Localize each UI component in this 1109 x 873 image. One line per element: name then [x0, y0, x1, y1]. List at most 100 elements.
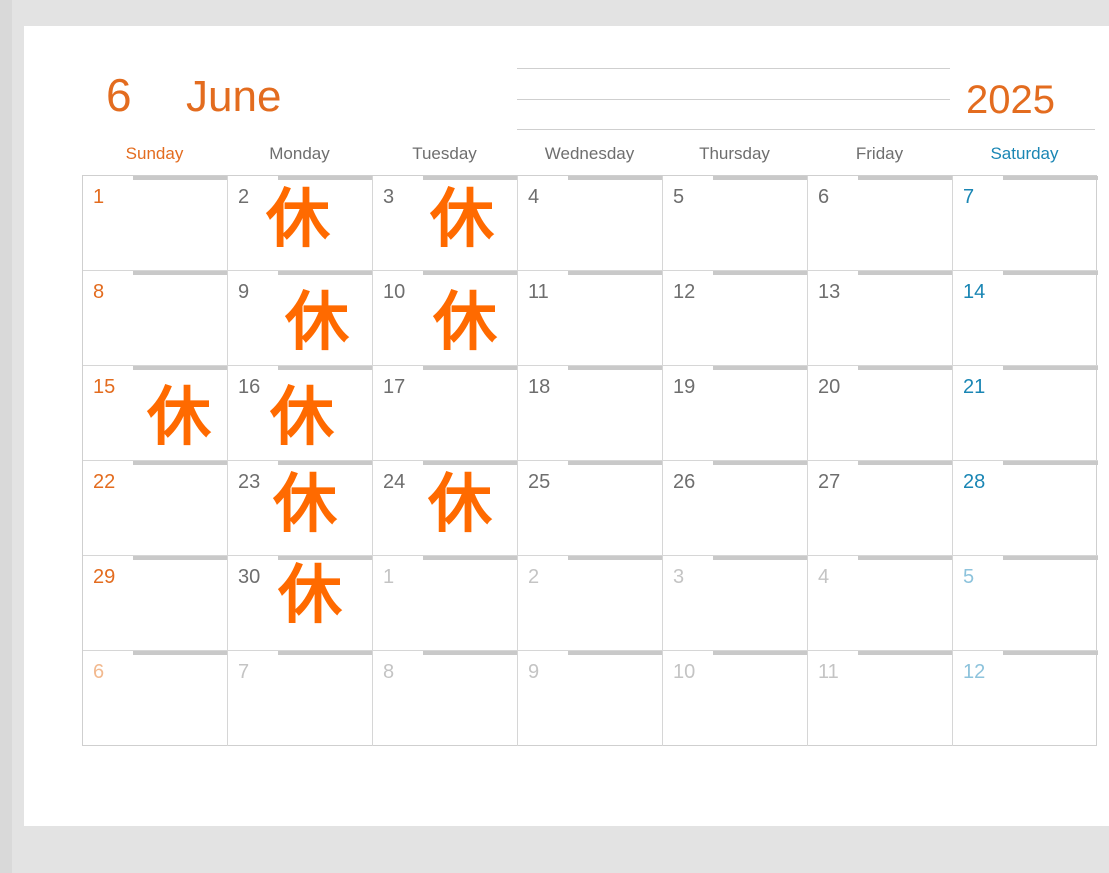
- holiday-mark: 休: [147, 381, 211, 455]
- day-cell[interactable]: 12: [953, 651, 1098, 746]
- day-cell[interactable]: 8: [83, 271, 228, 366]
- day-cell[interactable]: 12: [663, 271, 808, 366]
- day-number: 6: [93, 661, 105, 683]
- day-cell[interactable]: 1: [373, 556, 518, 651]
- day-number: 13: [818, 281, 841, 303]
- cell-top-bar: [1003, 461, 1098, 465]
- weekday-sunday: Sunday: [125, 144, 184, 163]
- day-cell[interactable]: 4: [518, 176, 663, 271]
- cell-top-bar: [278, 651, 372, 655]
- cell-top-bar: [568, 651, 662, 655]
- weekday-thursday: Thursday: [699, 144, 770, 163]
- day-cell[interactable]: 3: [663, 556, 808, 651]
- day-cell[interactable]: 19: [663, 366, 808, 461]
- day-number: 18: [528, 376, 551, 398]
- day-number: 10: [383, 281, 406, 303]
- cell-top-bar: [1003, 556, 1098, 560]
- day-cell[interactable]: 30 休: [228, 556, 373, 651]
- day-cell[interactable]: 9: [518, 651, 663, 746]
- day-cell[interactable]: 1: [83, 176, 228, 271]
- year: 2025: [966, 78, 1055, 122]
- day-cell[interactable]: 25: [518, 461, 663, 556]
- day-number: 1: [383, 566, 395, 588]
- day-cell[interactable]: 26: [663, 461, 808, 556]
- day-number: 5: [963, 566, 975, 588]
- day-cell[interactable]: 21: [953, 366, 1098, 461]
- holiday-mark: 休: [430, 183, 494, 257]
- day-cell[interactable]: 11: [518, 271, 663, 366]
- day-cell[interactable]: 4: [808, 556, 953, 651]
- day-number: 9: [528, 661, 540, 683]
- day-cell[interactable]: 20: [808, 366, 953, 461]
- day-number: 6: [818, 186, 830, 208]
- day-cell[interactable]: 9休: [228, 271, 373, 366]
- calendar-grid: 1 2 休 3 休 4 5 6 7 8 9 休 10 休 11 12 13 14 15 休 16 休 17 18 19 20 21 2…: [82, 175, 1098, 746]
- day-cell[interactable]: 6: [83, 651, 228, 746]
- day-cell[interactable]: 14: [953, 271, 1098, 366]
- cell-top-bar: [713, 271, 807, 275]
- day-number: 9: [238, 281, 250, 303]
- day-number: 29: [93, 566, 116, 588]
- day-cell[interactable]: 2: [518, 556, 663, 651]
- day-number: 27: [818, 471, 841, 493]
- weekday-monday: Monday: [269, 144, 330, 163]
- day-cell[interactable]: 8: [373, 651, 518, 746]
- cell-top-bar: [133, 366, 227, 370]
- holiday-mark: 休: [428, 468, 492, 542]
- cell-top-bar: [423, 461, 517, 465]
- cell-top-bar: [568, 366, 662, 370]
- cell-top-bar: [423, 366, 517, 370]
- day-cell[interactable]: 10: [663, 651, 808, 746]
- cell-top-bar: [568, 461, 662, 465]
- cell-top-bar: [1003, 651, 1098, 655]
- cell-top-bar: [858, 271, 952, 275]
- day-number: 1: [93, 186, 105, 208]
- day-number: 11: [528, 281, 549, 303]
- day-cell[interactable]: 2休: [228, 176, 373, 271]
- day-cell[interactable]: 16 休: [228, 366, 373, 461]
- cell-top-bar: [133, 651, 227, 655]
- day-number: 16: [238, 376, 261, 398]
- day-number: 15: [93, 376, 116, 398]
- day-cell[interactable]: 27: [808, 461, 953, 556]
- day-cell[interactable]: 18: [518, 366, 663, 461]
- day-cell[interactable]: 24 休: [373, 461, 518, 556]
- day-number: 30: [238, 566, 261, 588]
- day-cell[interactable]: 7: [953, 176, 1098, 271]
- day-cell[interactable]: 28: [953, 461, 1098, 556]
- day-cell[interactable]: 10 休: [373, 271, 518, 366]
- weekday-header: Sunday Monday Tuesday Wednesday Thursday…: [82, 144, 1097, 166]
- day-cell[interactable]: 3休: [373, 176, 518, 271]
- day-number: 3: [383, 186, 395, 208]
- day-number: 4: [818, 566, 830, 588]
- cell-top-bar: [278, 271, 372, 275]
- day-cell[interactable]: 7: [228, 651, 373, 746]
- cell-top-bar: [1003, 366, 1098, 370]
- day-cell[interactable]: 11: [808, 651, 953, 746]
- cell-top-bar: [278, 461, 372, 465]
- cell-top-bar: [133, 271, 227, 275]
- day-cell[interactable]: 13: [808, 271, 953, 366]
- memo-line: [517, 99, 950, 100]
- day-cell[interactable]: 5: [663, 176, 808, 271]
- holiday-mark: 休: [433, 286, 497, 360]
- cell-top-bar: [858, 366, 952, 370]
- day-number: 10: [673, 661, 696, 683]
- day-cell[interactable]: 5: [953, 556, 1098, 651]
- day-cell[interactable]: 29: [83, 556, 228, 651]
- weekday-wednesday: Wednesday: [544, 144, 635, 163]
- day-number: 2: [528, 566, 540, 588]
- day-cell[interactable]: 23 休: [228, 461, 373, 556]
- day-cell[interactable]: 17: [373, 366, 518, 461]
- cell-top-bar: [713, 651, 807, 655]
- day-cell[interactable]: 22: [83, 461, 228, 556]
- day-number: 2: [238, 186, 250, 208]
- cell-top-bar: [858, 176, 952, 180]
- cell-top-bar: [423, 651, 517, 655]
- day-number: 12: [673, 281, 696, 303]
- cell-top-bar: [133, 176, 227, 180]
- cell-top-bar: [278, 366, 372, 370]
- day-cell[interactable]: 6: [808, 176, 953, 271]
- day-number: 12: [963, 661, 986, 683]
- day-cell[interactable]: 15 休: [83, 366, 228, 461]
